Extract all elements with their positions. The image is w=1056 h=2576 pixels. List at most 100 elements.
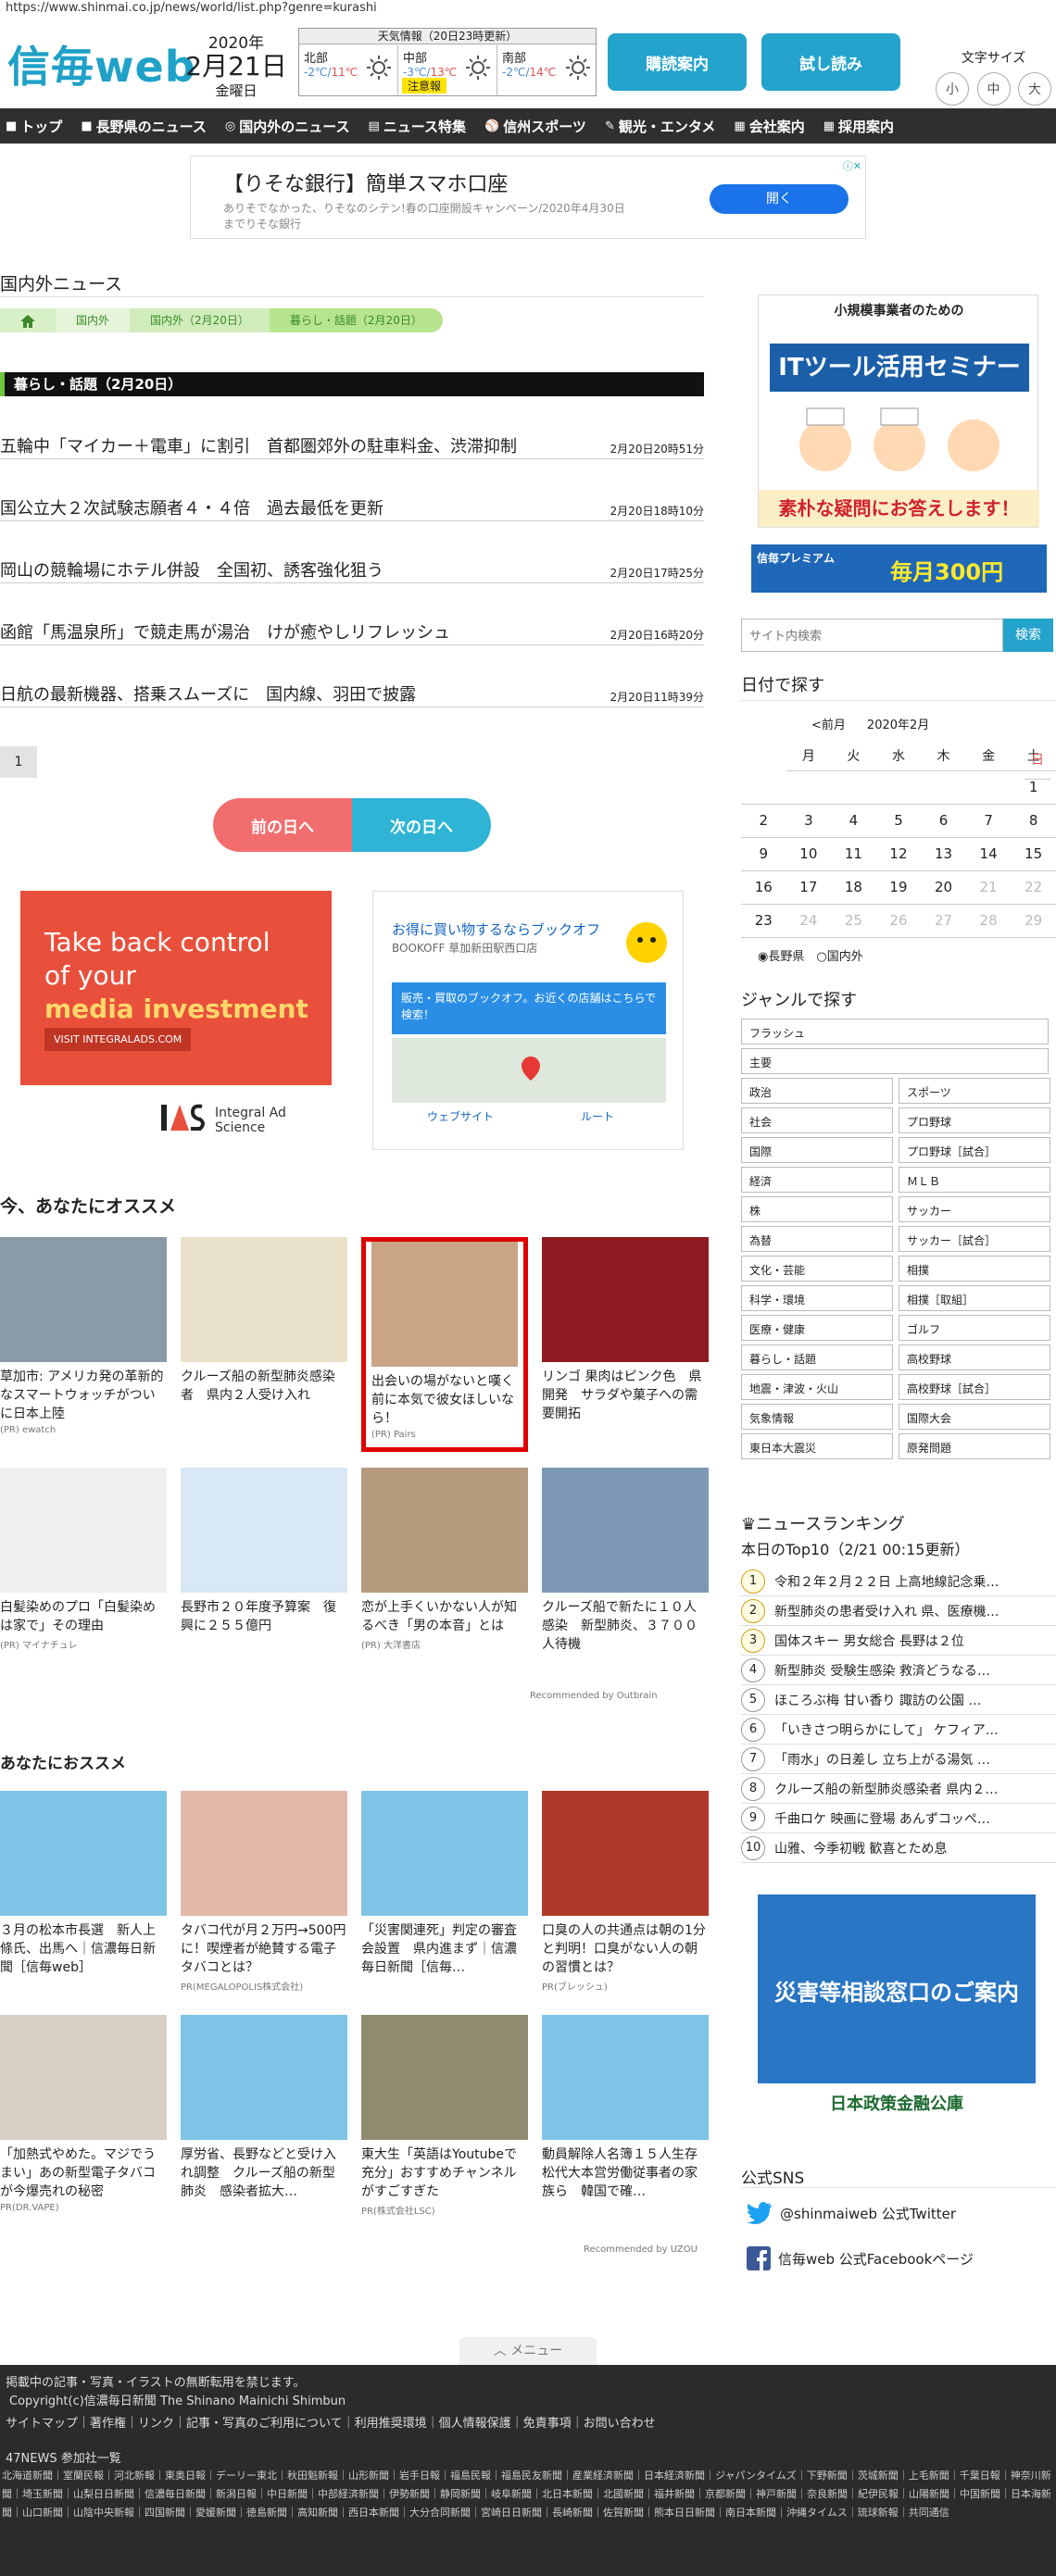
genre-item[interactable]: 高校野球 <box>899 1344 1050 1370</box>
genre-item[interactable]: 科学・環境 <box>741 1285 893 1311</box>
card-image[interactable] <box>371 1242 518 1367</box>
uzou-credit[interactable]: Recommended by UZOU <box>584 2245 698 2255</box>
it-seminar-ad[interactable]: 小規模事業者のための ITツール活用セミナー 素朴な疑問にお答えします！ <box>758 294 1039 528</box>
news-title[interactable]: 函館「馬温泉所」で競走馬が湯治 けが癒やしリフレッシュ <box>0 619 450 644</box>
ranking-item[interactable]: 2 新型肺炎の患者受け入れ 県、医療機… <box>741 1596 1056 1626</box>
calendar-day[interactable]: 23 <box>741 904 786 938</box>
genre-item[interactable]: 地震・津波・火山 <box>741 1374 893 1400</box>
genre-item[interactable]: ＭＬＢ <box>899 1167 1050 1193</box>
card-image[interactable] <box>361 1791 528 1916</box>
calendar-day[interactable]: 26 <box>875 904 922 938</box>
route-link[interactable]: ルート <box>529 1108 666 1124</box>
genre-item[interactable]: 国際 <box>741 1137 893 1163</box>
card-image[interactable] <box>0 1468 167 1593</box>
font-large-button[interactable]: 大 <box>1018 72 1051 106</box>
jfc-ad[interactable]: 災害等相談窓口のご案内 日本政策金融公庫 <box>758 1894 1036 2126</box>
calendar-day[interactable]: 6 <box>921 804 966 838</box>
ranking-title[interactable]: クルーズ船の新型肺炎感染者 県内２… <box>774 1780 998 1798</box>
genre-item[interactable]: 為替 <box>741 1226 893 1252</box>
next-day-button[interactable]: 次の日へ <box>352 798 491 852</box>
ranking-title[interactable]: 国体スキー 男女総合 長野は２位 <box>774 1632 964 1650</box>
card-title[interactable]: 「災害関連死」判定の審査会設置 県内進まず｜信濃毎日新聞［信毎… <box>361 1921 528 1977</box>
menu-toggle-button[interactable]: ︿ メニュー <box>459 2337 597 2365</box>
radio-world[interactable]: ○国内外 <box>816 950 862 964</box>
card-image[interactable] <box>181 1791 347 1916</box>
radio-nagano[interactable]: ◉長野県 <box>758 950 804 964</box>
genre-item[interactable]: ゴルフ <box>899 1315 1050 1341</box>
calendar-day[interactable]: 25 <box>831 904 876 938</box>
site-search-input[interactable] <box>741 619 1003 652</box>
trial-button[interactable]: 試し読み <box>761 33 900 91</box>
ranking-title[interactable]: 新型肺炎 受験生感染 救済どうなる… <box>774 1661 990 1680</box>
twitter-link[interactable]: @shinmaiweb 公式Twitter <box>747 2202 956 2224</box>
recommend-card[interactable]: 口臭の人の共通点は朝の1分と判明！口臭がない人の朝の習慣とは？ PR(ブレッシュ) <box>542 1791 709 1993</box>
page-number[interactable]: 1 <box>0 746 37 778</box>
card-title[interactable]: 長野市２０年度予算案 復興に２５５億円 <box>181 1598 347 1635</box>
news-item[interactable]: 五輪中「マイカー＋電車」に割引 首都圏郊外の駐車料金、渋滞抑制 2月20日20時5… <box>0 431 704 459</box>
calendar-day[interactable]: 9 <box>741 837 786 871</box>
ias-visit[interactable]: VISIT INTEGRALADS.COM <box>44 1028 192 1051</box>
card-image[interactable] <box>542 1791 709 1916</box>
calendar-day[interactable]: 18 <box>831 870 876 905</box>
recommend-card[interactable]: リンゴ 果肉はピンク色 県開発 サラダや菓子への需要開拓 <box>542 1237 709 1425</box>
genre-item[interactable]: 主要 <box>741 1048 1049 1074</box>
nav-feature[interactable]: ▤ ニュース特集 <box>368 117 466 136</box>
calendar-day[interactable]: 15 <box>1011 837 1056 871</box>
prev-day-button[interactable]: 前の日へ <box>213 798 352 852</box>
genre-item[interactable]: プロ野球［試合］ <box>899 1137 1050 1163</box>
card-image[interactable] <box>181 1468 347 1593</box>
recommend-card[interactable]: 白髪染めのプロ「白髪染めは家で」その理由 (PR) マイナチュレ <box>0 1468 167 1651</box>
subscription-button[interactable]: 購読案内 <box>608 33 747 91</box>
card-title[interactable]: 出会いの場がないと嘆く前に本気で彼女ほしいなら！ <box>371 1372 518 1428</box>
genre-item[interactable]: 東日本大震災 <box>741 1433 893 1459</box>
ranking-item[interactable]: 5 ほころぶ梅 甘い香り 諏訪の公園 … <box>741 1685 1056 1715</box>
footer-papers[interactable]: 北海道新聞｜室蘭民報｜河北新報｜東奥日報｜デーリー東北｜秋田魁新報｜山形新聞｜岩… <box>2 2467 1054 2522</box>
news-title[interactable]: 五輪中「マイカー＋電車」に割引 首都圏郊外の駐車料金、渋滞抑制 <box>0 433 517 457</box>
card-title[interactable]: 厚労省、長野などと受け入れ調整 クルーズ船の新型肺炎 感染者拡大… <box>181 2145 347 2201</box>
genre-item[interactable]: スポーツ <box>899 1078 1050 1104</box>
news-item[interactable]: 国公立大２次試験志願者４・４倍 過去最低を更新 2月20日18時10分 <box>0 494 704 521</box>
card-image[interactable] <box>181 2015 347 2140</box>
news-item[interactable]: 函館「馬温泉所」で競走馬が湯治 けが癒やしリフレッシュ 2月20日16時20分 <box>0 618 704 645</box>
news-title[interactable]: 国公立大２次試験志願者４・４倍 過去最低を更新 <box>0 495 383 519</box>
recommend-card[interactable]: クルーズ船の新型肺炎感染者 県内２人受け入れ <box>181 1237 347 1407</box>
nav-sports[interactable]: ⚾ 信州スポーツ <box>484 117 586 136</box>
calendar-day[interactable]: 10 <box>786 837 832 871</box>
ranking-title[interactable]: ほころぶ梅 甘い香り 諏訪の公園 … <box>774 1691 981 1709</box>
card-image[interactable] <box>542 1468 709 1593</box>
card-title[interactable]: タバコ代が月２万円→500円に！喫煙者が絶賛する電子タバコとは？ <box>181 1921 347 1977</box>
genre-item[interactable]: 相撲 <box>899 1256 1050 1282</box>
calendar-day[interactable]: 28 <box>965 904 1012 938</box>
calendar-day[interactable]: 19 <box>875 870 922 905</box>
card-title[interactable]: リンゴ 果肉はピンク色 県開発 サラダや菓子への需要開拓 <box>542 1368 709 1423</box>
card-image[interactable] <box>361 2015 528 2140</box>
font-medium-button[interactable]: 中 <box>976 72 1011 106</box>
genre-item[interactable]: 経済 <box>741 1167 893 1193</box>
card-title[interactable]: 「加熱式やめた。マジでうまい」あの新型電子タバコが今爆売れの秘密 <box>0 2145 167 2201</box>
genre-item[interactable]: サッカー <box>899 1196 1050 1222</box>
card-image[interactable] <box>542 2015 709 2140</box>
card-image[interactable] <box>0 1237 167 1362</box>
calendar-day[interactable]: 27 <box>921 904 966 938</box>
ranking-item[interactable]: 6 「いきさつ明らかにして」 ケフィア… <box>741 1715 1056 1744</box>
card-image[interactable] <box>361 1468 528 1593</box>
recommend-card[interactable]: 恋が上手くいかない人が知るべき「男の本音」とは (PR) 大洋書店 <box>361 1468 528 1651</box>
calendar-day[interactable]: 7 <box>965 804 1012 838</box>
genre-item[interactable]: 原発問題 <box>899 1433 1050 1459</box>
ranking-item[interactable]: 8 クルーズ船の新型肺炎感染者 県内２… <box>741 1774 1056 1804</box>
ranking-item[interactable]: 1 令和２年２月２２日 上高地線記念乗… <box>741 1567 1056 1596</box>
calendar-day[interactable]: 11 <box>831 837 876 871</box>
calendar-day[interactable]: 5 <box>875 804 922 838</box>
nav-world[interactable]: ◎ 国内外のニュース <box>225 117 350 136</box>
ranking-item[interactable]: 4 新型肺炎 受験生感染 救済どうなる… <box>741 1656 1056 1685</box>
card-title[interactable]: 口臭の人の共通点は朝の1分と判明！口臭がない人の朝の習慣とは？ <box>542 1921 709 1977</box>
card-image[interactable] <box>0 2015 167 2140</box>
recommend-card[interactable]: ３月の松本市長選 新人上條氏、出馬へ｜信濃毎日新聞［信毎web］ <box>0 1791 167 1979</box>
genre-item[interactable]: 医療・健康 <box>741 1315 893 1341</box>
calendar-day[interactable]: 2 <box>741 804 786 838</box>
recommend-card[interactable]: 東大生「英語はYoutubeで充分」おすすめチャンネルがすごすぎた PR(株式会社… <box>361 2015 528 2217</box>
breadcrumb-world[interactable]: 国内外 <box>56 308 131 332</box>
ad-open-button[interactable]: 開く <box>710 184 849 214</box>
card-title[interactable]: クルーズ船で新たに１０人感染 新型肺炎、３７００人待機 <box>542 1598 709 1654</box>
news-item[interactable]: 日航の最新機器、搭乗スムーズに 国内線、羽田で披露 2月20日11時39分 <box>0 680 704 707</box>
